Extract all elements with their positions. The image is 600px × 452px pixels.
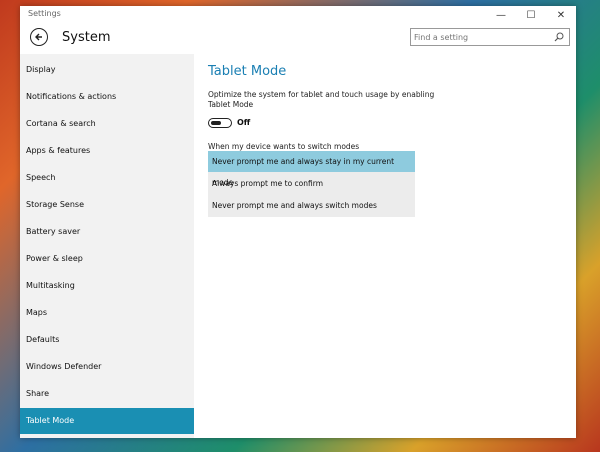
sidebar-item-display[interactable]: Display <box>20 57 194 83</box>
sidebar-item-defender[interactable]: Windows Defender <box>20 354 194 380</box>
close-button[interactable]: ✕ <box>546 6 576 24</box>
switch-modes-label: When my device wants to switch modes <box>208 142 360 151</box>
settings-window: Settings — ☐ ✕ System Find a setting Dis… <box>20 6 576 438</box>
minimize-button[interactable]: — <box>486 6 516 24</box>
sidebar-item-storage[interactable]: Storage Sense <box>20 192 194 218</box>
minimize-icon: — <box>496 9 506 21</box>
toggle-state-label: Off <box>237 118 251 127</box>
option-always-prompt[interactable]: Always prompt me to confirm <box>208 173 415 194</box>
sidebar-item-power[interactable]: Power & sleep <box>20 246 194 272</box>
sidebar-item-multitasking[interactable]: Multitasking <box>20 273 194 299</box>
sidebar-item-defaults[interactable]: Defaults <box>20 327 194 353</box>
option-stay-current-mode[interactable]: Never prompt me and always stay in my cu… <box>208 151 415 187</box>
back-arrow-icon <box>35 33 42 41</box>
sidebar-item-share[interactable]: Share <box>20 381 194 407</box>
settings-header: System <box>20 24 576 54</box>
sidebar-item-battery[interactable]: Battery saver <box>20 219 194 245</box>
title-bar[interactable]: Settings — ☐ ✕ <box>20 6 576 24</box>
back-button[interactable] <box>30 28 48 46</box>
sidebar-item-maps[interactable]: Maps <box>20 300 194 326</box>
maximize-icon: ☐ <box>526 9 536 21</box>
main-content: Tablet Mode Optimize the system for tabl… <box>194 54 576 438</box>
search-icon[interactable] <box>553 31 565 43</box>
sidebar-item-speech[interactable]: Speech <box>20 165 194 191</box>
toggle-knob <box>211 120 221 125</box>
sidebar-item-tablet-mode[interactable]: Tablet Mode <box>20 408 194 434</box>
close-icon: ✕ <box>556 9 566 21</box>
section-heading: Tablet Mode <box>208 64 287 79</box>
maximize-button[interactable]: ☐ <box>516 6 546 24</box>
window-controls: — ☐ ✕ <box>486 6 576 24</box>
app-title: Settings <box>28 9 61 18</box>
search-box[interactable] <box>410 28 570 46</box>
sidebar-item-notifications[interactable]: Notifications & actions <box>20 84 194 110</box>
sidebar-item-cortana[interactable]: Cortana & search <box>20 111 194 137</box>
option-always-switch[interactable]: Never prompt me and always switch modes <box>208 195 415 216</box>
page-title: System <box>62 30 111 45</box>
sidebar: Display Notifications & actions Cortana … <box>20 54 194 438</box>
switch-mode-dropdown[interactable]: Never prompt me and always stay in my cu… <box>208 151 415 217</box>
tablet-mode-description: Optimize the system for tablet and touch… <box>208 90 435 109</box>
tablet-mode-toggle[interactable] <box>208 118 232 128</box>
search-input[interactable] <box>414 30 544 44</box>
sidebar-item-apps[interactable]: Apps & features <box>20 138 194 164</box>
